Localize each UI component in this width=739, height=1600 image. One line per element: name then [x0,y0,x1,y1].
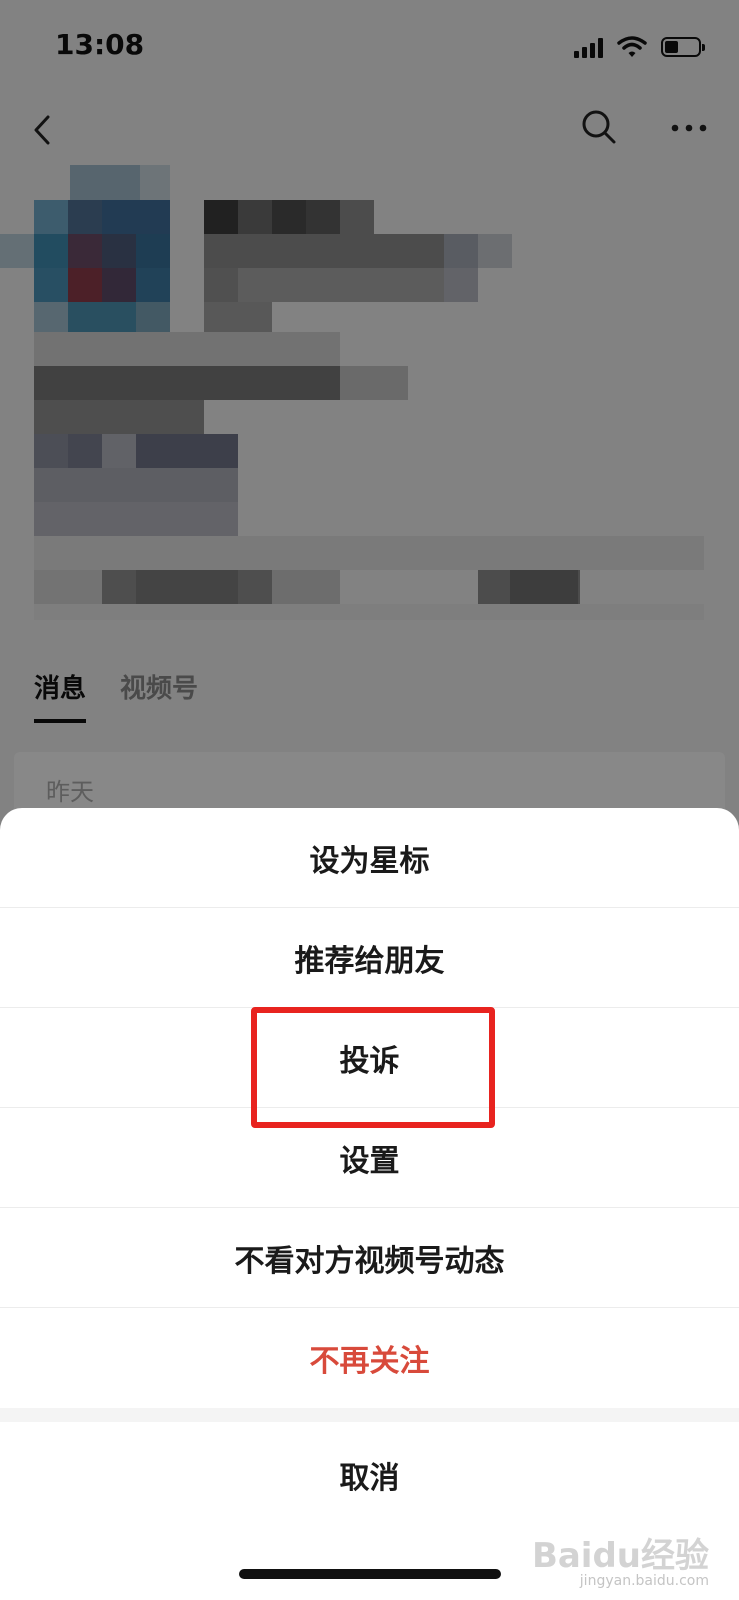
cancel-button[interactable]: 取消 [0,1422,739,1527]
unfollow-button[interactable]: 不再关注 [0,1308,739,1408]
sheet-divider [0,1408,739,1422]
action-sheet: 设为星标 推荐给朋友 投诉 设置 不看对方视频号动态 不再关注 取消 [0,808,739,1600]
recommend-to-friend-button[interactable]: 推荐给朋友 [0,908,739,1008]
watermark-brand: Baidu经验 [531,1536,709,1576]
annotation-highlight-box [251,1007,495,1128]
watermark-logo: Baidu经验 jingyan.baidu.com [532,1528,709,1589]
hide-channel-updates-button[interactable]: 不看对方视频号动态 [0,1208,739,1308]
set-star-button[interactable]: 设为星标 [0,808,739,908]
home-indicator[interactable] [239,1569,501,1579]
